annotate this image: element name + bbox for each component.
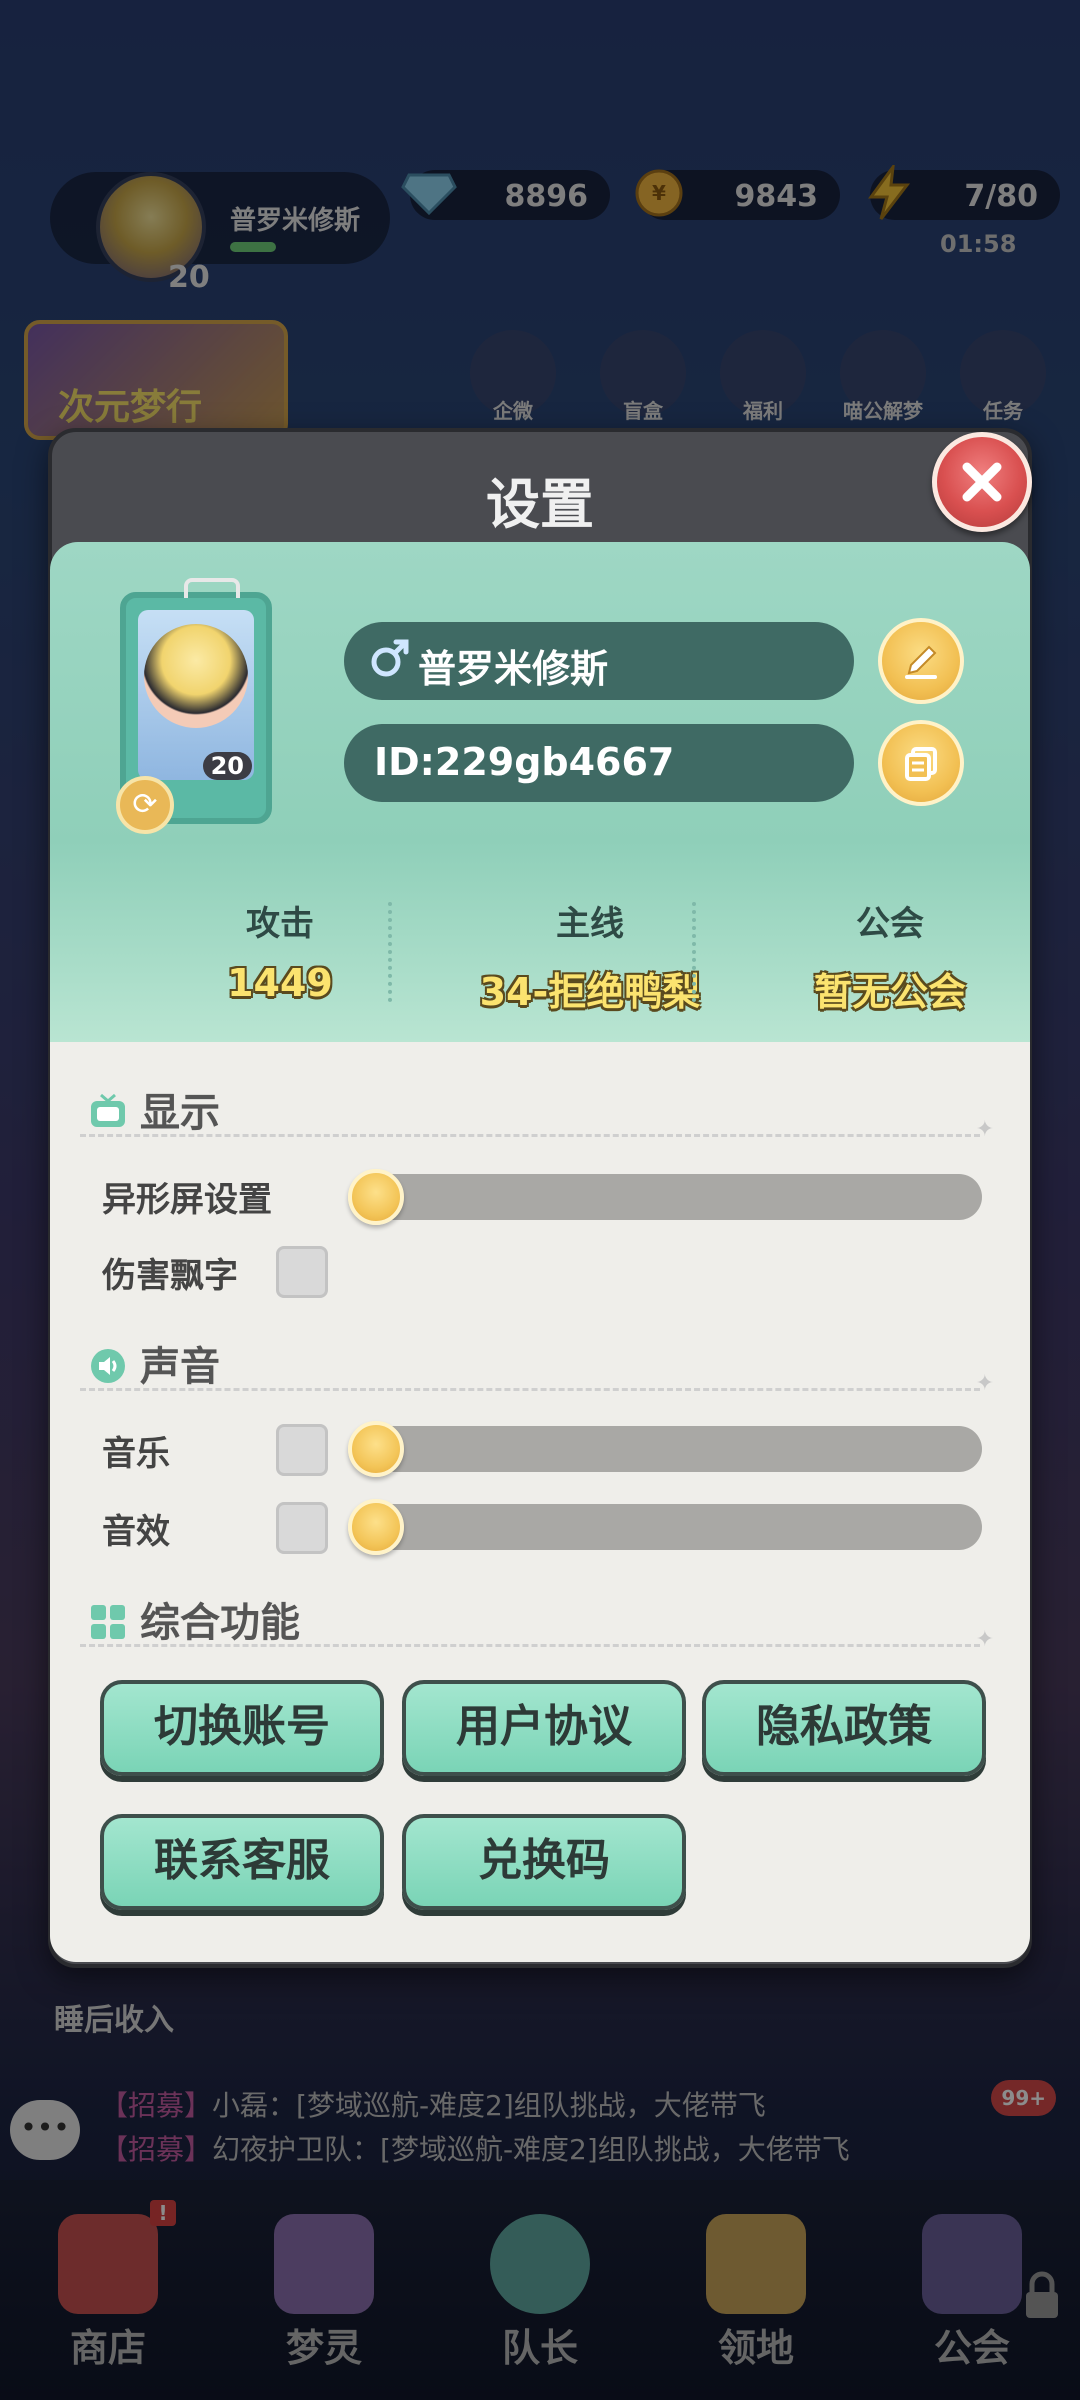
close-icon (962, 462, 1002, 502)
sound-section-title: 声音 (88, 1334, 220, 1392)
switch-account-button[interactable]: 切换账号 (100, 1680, 384, 1776)
player-id-field: ID:229gb4667 (344, 724, 854, 802)
speaker-icon (91, 1349, 125, 1383)
copy-icon (905, 747, 937, 781)
music-label: 音乐 (102, 1434, 170, 1474)
display-section-label: 显示 (140, 1090, 220, 1136)
damage-text-label: 伤害飘字 (102, 1256, 238, 1296)
player-name-text: 普罗米修斯 (418, 647, 609, 691)
section-divider (80, 1117, 994, 1142)
music-slider-handle[interactable] (348, 1421, 404, 1477)
damage-text-checkbox[interactable] (276, 1246, 328, 1298)
tv-icon (91, 1093, 125, 1127)
stat-divider (692, 902, 696, 1002)
functions-section-label: 综合功能 (140, 1600, 300, 1646)
privacy-policy-button[interactable]: 隐私政策 (702, 1680, 986, 1776)
music-volume-slider[interactable] (352, 1426, 982, 1472)
male-icon (371, 639, 409, 677)
section-divider (80, 1627, 994, 1652)
stat-divider (388, 902, 392, 1002)
edit-name-button[interactable] (878, 618, 964, 704)
avatar-portrait: 20 (138, 610, 254, 780)
stat-attack-label: 攻击 (246, 904, 314, 944)
section-divider (80, 1371, 994, 1396)
stat-guild-label: 公会 (856, 904, 924, 944)
swap-avatar-icon[interactable]: ⟳ (116, 776, 174, 834)
stat-attack-value: 1449 (227, 961, 333, 1005)
sfx-label: 音效 (102, 1512, 170, 1552)
avatar-face (144, 624, 248, 728)
functions-section-title: 综合功能 (88, 1590, 300, 1648)
profile-card: 20 ⟳ 普罗米修斯 ID:229gb4667 攻击 1449 主线 34-拒绝… (50, 542, 1030, 1042)
sfx-volume-slider[interactable] (352, 1504, 982, 1550)
settings-panel: 显示 异形屏设置 伤害飘字 声音 音乐 音效 综合功能 切换账号 用户协议 隐私… (50, 1042, 1030, 1962)
player-id-text: ID:229gb4667 (374, 740, 675, 784)
stat-guild-value: 暂无公会 (813, 970, 966, 1014)
pencil-icon (905, 645, 937, 679)
sfx-mute-checkbox[interactable] (276, 1502, 328, 1554)
notch-slider[interactable] (352, 1174, 982, 1220)
modal-title: 设置 (486, 473, 594, 536)
grid-icon (91, 1605, 125, 1639)
sound-section-label: 声音 (140, 1344, 220, 1390)
user-agreement-button[interactable]: 用户协议 (402, 1680, 686, 1776)
badge-clip (184, 578, 240, 598)
redeem-code-button[interactable]: 兑换码 (402, 1814, 686, 1910)
music-mute-checkbox[interactable] (276, 1424, 328, 1476)
avatar-frame[interactable]: 20 ⟳ (116, 578, 272, 834)
stat-attack: 攻击 1449 (130, 896, 430, 1005)
stat-guild: 公会 暂无公会 (740, 896, 1040, 1016)
close-button[interactable] (932, 432, 1032, 532)
display-section-title: 显示 (88, 1080, 220, 1138)
copy-id-button[interactable] (878, 720, 964, 806)
avatar-level: 20 (202, 752, 252, 780)
notch-setting-label: 异形屏设置 (102, 1180, 272, 1220)
sfx-slider-handle[interactable] (348, 1499, 404, 1555)
contact-support-button[interactable]: 联系客服 (100, 1814, 384, 1910)
player-name-field: 普罗米修斯 (344, 622, 854, 700)
notch-slider-handle[interactable] (348, 1169, 404, 1225)
